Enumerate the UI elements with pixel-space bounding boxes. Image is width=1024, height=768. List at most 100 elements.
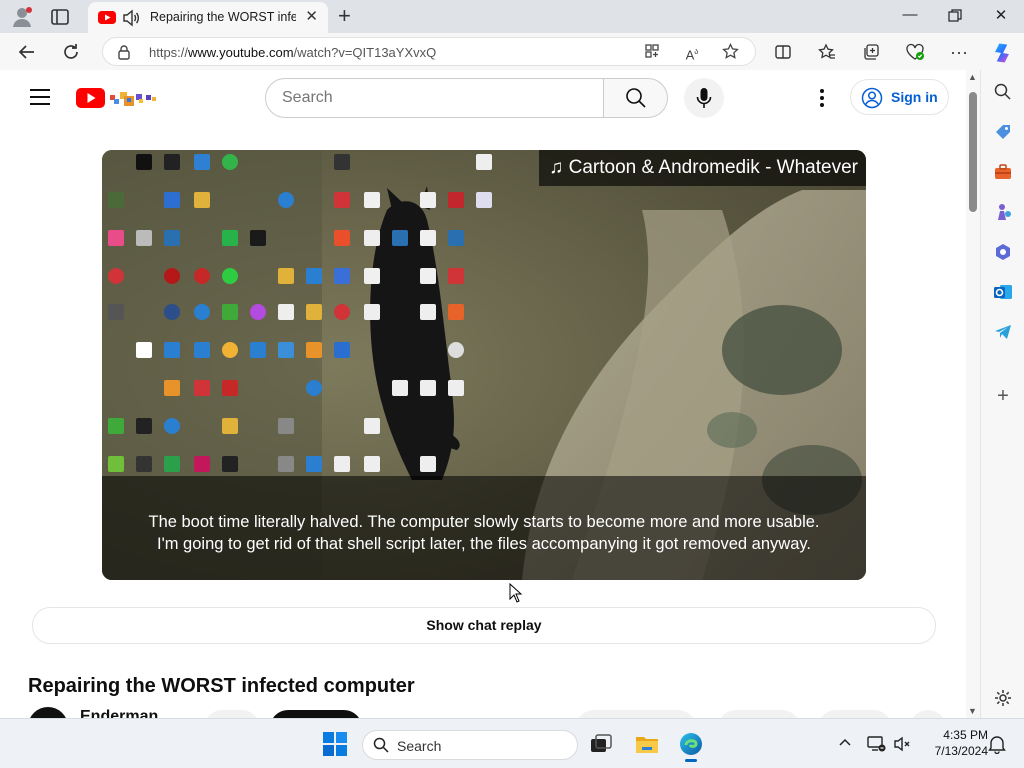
app-available-icon[interactable] — [643, 43, 661, 61]
games-chess-icon[interactable] — [993, 202, 1013, 222]
close-icon[interactable]: ✕ — [305, 9, 318, 24]
subscribe-button[interactable] — [270, 710, 362, 718]
browser-essentials-icon[interactable] — [904, 41, 926, 63]
navigation-bar: https://www.youtube.com/watch?v=QIT13aYX… — [0, 33, 1024, 70]
settings-more-icon[interactable] — [812, 86, 832, 110]
scroll-down-icon[interactable]: ▼ — [968, 706, 977, 716]
edge-icon[interactable] — [678, 731, 704, 762]
sign-in-button[interactable]: Sign in — [850, 79, 949, 115]
desktop-icon — [334, 154, 350, 170]
outlook-icon[interactable] — [993, 282, 1013, 302]
desktop-icon — [108, 192, 124, 208]
desktop-icon — [306, 342, 322, 358]
network-icon[interactable] — [866, 734, 886, 754]
video-player[interactable]: ♫ Cartoon & Andromedik - Whatever The bo… — [102, 150, 866, 580]
refresh-icon[interactable] — [60, 41, 82, 63]
microsoft-365-icon[interactable] — [993, 242, 1013, 262]
search-icon — [626, 88, 646, 108]
desktop-icon — [306, 456, 322, 472]
notification-bell-icon[interactable] — [988, 734, 1006, 755]
copilot-icon[interactable] — [990, 41, 1012, 63]
desktop-icon — [448, 342, 464, 358]
address-bar[interactable]: https://www.youtube.com/watch?v=QIT13aYX… — [102, 37, 756, 66]
avatar[interactable] — [28, 707, 68, 718]
volume-icon[interactable] — [892, 734, 912, 754]
collections-icon[interactable] — [860, 41, 882, 63]
desktop-icon — [222, 154, 238, 170]
taskbar-clock[interactable]: 4:35 PM 7/13/2024 — [918, 727, 988, 759]
search-button[interactable] — [603, 78, 668, 118]
restore-icon[interactable] — [943, 6, 967, 28]
page-scrollbar[interactable]: ▲ ▼ — [966, 70, 980, 718]
profile-icon[interactable] — [10, 5, 34, 29]
desktop-icon — [420, 230, 436, 246]
desktop-icon — [194, 380, 210, 396]
like-button[interactable] — [576, 710, 696, 718]
channel-name[interactable]: Enderman — [80, 708, 158, 718]
desktop-icon — [392, 230, 408, 246]
chevron-up-icon[interactable] — [836, 734, 854, 752]
lock-icon[interactable] — [117, 44, 131, 65]
favorite-star-icon[interactable] — [721, 42, 739, 61]
task-view-icon[interactable] — [588, 731, 614, 757]
desktop-icon — [164, 418, 180, 434]
tools-briefcase-icon[interactable] — [993, 162, 1013, 182]
show-chat-replay-button[interactable]: Show chat replay — [32, 607, 936, 644]
desktop-icon — [136, 456, 152, 472]
windows-start-icon[interactable] — [322, 731, 348, 757]
plus-icon[interactable]: + — [338, 5, 351, 27]
join-button[interactable] — [204, 710, 260, 718]
desktop-icon — [136, 230, 152, 246]
desktop-icon — [448, 230, 464, 246]
voice-search-button[interactable] — [684, 78, 724, 118]
youtube-logo[interactable] — [76, 86, 166, 115]
tab-title: Repairing the WORST infected computer — [150, 10, 296, 24]
minimize-icon[interactable]: — — [898, 6, 922, 28]
desktop-icon — [108, 230, 124, 246]
add-sidebar-app-icon[interactable]: + — [993, 386, 1013, 406]
desktop-icon — [108, 418, 124, 434]
more-icon[interactable]: ··· — [948, 41, 970, 63]
desktop-icon — [164, 380, 180, 396]
favorites-icon[interactable] — [816, 41, 838, 63]
close-window-icon[interactable]: ✕ — [989, 6, 1013, 28]
youtube-page: Sign in — [0, 70, 966, 718]
tab-actions-icon[interactable] — [50, 7, 70, 27]
search-icon[interactable] — [993, 82, 1013, 102]
audio-icon[interactable] — [122, 9, 140, 32]
desktop-icon — [164, 342, 180, 358]
search-input[interactable] — [265, 78, 604, 118]
desktop-icon — [136, 154, 152, 170]
file-explorer-icon[interactable] — [634, 731, 660, 757]
back-icon[interactable] — [16, 41, 38, 63]
scrollbar-thumb[interactable] — [969, 92, 977, 212]
desktop-icon — [306, 380, 322, 396]
desktop-icon — [222, 304, 238, 320]
desktop-icon — [278, 342, 294, 358]
split-screen-icon[interactable] — [772, 41, 794, 63]
desktop-icon — [334, 342, 350, 358]
download-button[interactable] — [818, 710, 892, 718]
url-text[interactable]: https://www.youtube.com/watch?v=QIT13aYX… — [149, 45, 436, 60]
desktop-icon — [476, 154, 492, 170]
desktop-icon — [420, 268, 436, 284]
taskbar-search[interactable]: Search — [362, 730, 578, 760]
more-actions-button[interactable] — [910, 710, 946, 718]
desktop-icon — [278, 418, 294, 434]
desktop-icon — [364, 456, 380, 472]
shopping-tag-icon[interactable] — [993, 122, 1013, 142]
search-icon — [373, 737, 389, 753]
telegram-icon[interactable] — [993, 322, 1013, 342]
desktop-icon — [278, 456, 294, 472]
tab-active[interactable]: Repairing the WORST infected computer ✕ — [88, 2, 328, 33]
sidebar-settings-icon[interactable] — [993, 688, 1013, 708]
desktop-icon — [364, 418, 380, 434]
share-button[interactable] — [718, 710, 800, 718]
desktop-icon — [108, 268, 124, 284]
read-aloud-icon[interactable]: Aა — [683, 43, 701, 62]
desktop-icon — [222, 380, 238, 396]
hamburger-icon[interactable] — [30, 89, 50, 105]
desktop-icon — [448, 304, 464, 320]
scroll-up-icon[interactable]: ▲ — [968, 72, 977, 82]
desktop-icon — [194, 268, 210, 284]
